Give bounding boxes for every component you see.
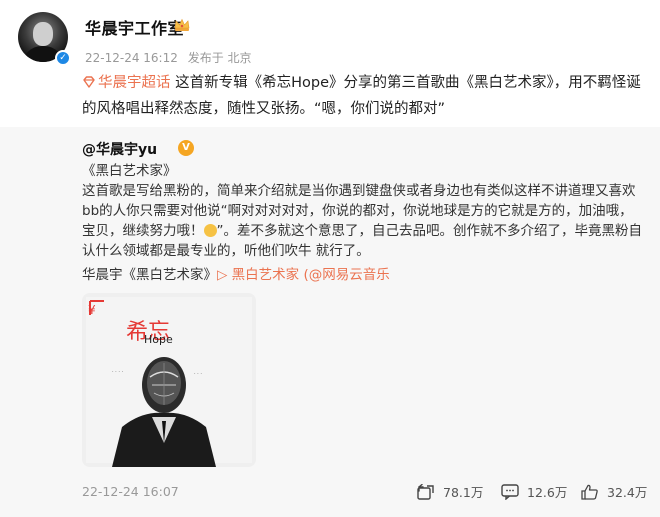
original-post: ✓ 华晨宇工作室 22-12-24 16:12 发布于 北京 华晨宇超话 这首新… xyxy=(0,0,660,126)
album-cover-image[interactable]: ¥ 希忘 Hope · · · · · · · xyxy=(82,293,256,467)
music-link[interactable]: ▷ 黑白艺术家 xyxy=(217,267,299,283)
like-count: 32.4万 xyxy=(607,485,648,500)
comment-button[interactable]: 12.6万 xyxy=(501,482,567,501)
repost-button[interactable]: 78.1万 xyxy=(417,482,483,501)
smile-emoji-icon xyxy=(203,224,217,237)
album-subtitle-text: Hope xyxy=(144,333,173,346)
music-prefix: 华晨宇《黑白艺术家》 xyxy=(82,267,217,283)
post-location: 发布于 北京 xyxy=(187,51,252,65)
comment-count: 12.6万 xyxy=(527,485,568,500)
repost-body: 《黑白艺术家》 这首歌是写给黑粉的，简单来介绍就是当你遇到键盘侠或者身边也有类似… xyxy=(82,161,642,261)
repost-time[interactable]: 22-12-24 16:07 xyxy=(82,484,179,499)
repost-card[interactable]: @华晨宇yu V 《黑白艺术家》 这首歌是写给黑粉的，简单来介绍就是当你遇到键盘… xyxy=(0,127,660,517)
topic-diamond-icon xyxy=(83,76,95,88)
svg-text:¥: ¥ xyxy=(88,303,96,317)
topic-link[interactable]: 华晨宇超话 xyxy=(98,75,171,91)
verified-icon: ✓ xyxy=(55,50,71,66)
repost-paragraph: 这首歌是写给黑粉的，简单来介绍就是当你遇到键盘侠或者身边也有类似这样不讲道理又喜… xyxy=(82,181,642,261)
post-meta: 22-12-24 16:12 发布于 北京 xyxy=(85,49,258,66)
avatar-face xyxy=(33,22,53,46)
like-button[interactable]: 32.4万 xyxy=(581,482,647,501)
svg-text:· · · ·: · · · · xyxy=(112,369,124,375)
svg-text:· · ·: · · · xyxy=(194,371,202,377)
repost-author[interactable]: @华晨宇yu xyxy=(82,139,157,159)
repost-count: 78.1万 xyxy=(443,485,484,500)
music-line: 华晨宇《黑白艺术家》▷ 黑白艺术家 (@网易云音乐 xyxy=(82,263,390,283)
post-body: 华晨宇超话 这首新专辑《希忘Hope》分享的第三首歌曲《黑白艺术家》，用不羁怪诞… xyxy=(82,70,642,122)
repost-icon xyxy=(417,483,434,500)
music-source-link[interactable]: (@网易云音乐 xyxy=(303,267,389,283)
post-author-name[interactable]: 华晨宇工作室 xyxy=(85,15,184,39)
album-cover-art: ¥ 希忘 Hope · · · · · · · xyxy=(82,293,256,467)
comment-icon xyxy=(501,483,519,500)
repost-title-line: 《黑白艺术家》 xyxy=(82,163,177,179)
crown-icon xyxy=(174,18,190,31)
like-icon xyxy=(581,484,598,500)
post-time[interactable]: 22-12-24 16:12 xyxy=(85,51,178,65)
v-badge-icon: V xyxy=(178,140,194,156)
